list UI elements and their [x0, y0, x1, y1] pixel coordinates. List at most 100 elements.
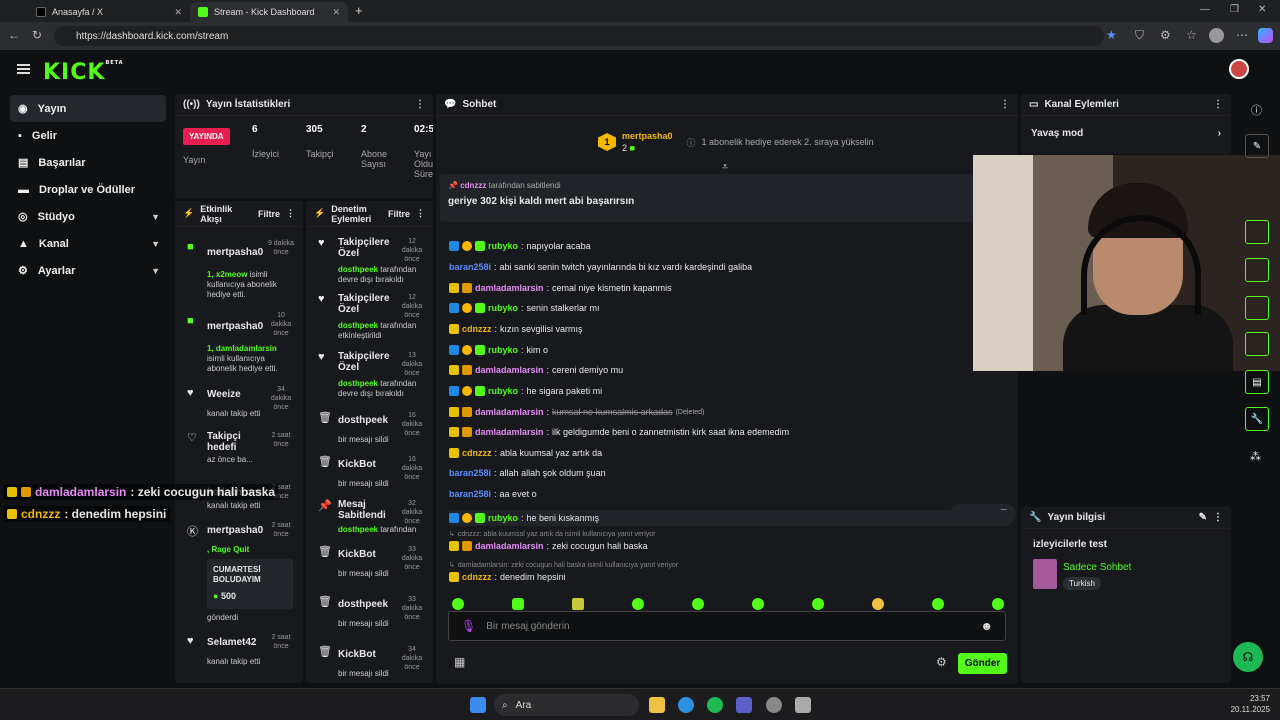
sidebar-item-basarilar[interactable]: ▤ Başarılar [10, 149, 166, 176]
emoji-icon[interactable]: ☻ [980, 619, 993, 633]
sidebar-item-yayin[interactable]: ◉ Yayın [10, 95, 166, 122]
expand-chevron-icon[interactable]: ⩡ [722, 161, 728, 174]
emote-icon[interactable] [692, 598, 704, 610]
edge-icon[interactable] [678, 697, 694, 713]
favorite-star-icon[interactable]: ★ [1106, 28, 1117, 42]
sidebar-item-kanal[interactable]: ▲ Kanal ▼ [10, 230, 166, 257]
back-icon[interactable]: ← [8, 28, 20, 42]
chat-username[interactable]: damladamlarsin [475, 407, 544, 417]
category-name[interactable]: Sadece Sohbet [1063, 562, 1131, 573]
minimize-icon[interactable]: — [1200, 4, 1210, 15]
chat-username[interactable]: damladamlarsin [475, 283, 544, 293]
chat-username[interactable]: rubyko [488, 303, 518, 313]
tab-x[interactable]: Anasayfa / X ✕ [28, 2, 190, 22]
chat-username[interactable]: cdnzzz [462, 572, 492, 582]
url-field[interactable]: https://dashboard.kick.com/stream [54, 26, 1104, 46]
emote-icon[interactable] [452, 598, 464, 610]
activity-user[interactable]: mertpasha0 [207, 247, 263, 258]
mod-actor[interactable]: dosthpeek [338, 525, 378, 534]
mod-action[interactable]: dosthpeek [338, 599, 388, 610]
activity-user[interactable]: Selamet42 [207, 637, 256, 648]
kebab-icon[interactable]: ⋮ [286, 208, 295, 219]
extensions-icon[interactable]: ⚙ [1160, 28, 1171, 42]
support-button[interactable]: ☊ [1233, 642, 1263, 672]
copilot-icon[interactable] [1258, 28, 1273, 43]
file-explorer-icon[interactable] [649, 697, 665, 713]
tool-button[interactable] [1245, 296, 1269, 320]
emote-icon[interactable] [932, 598, 944, 610]
more-icon[interactable]: ⋯ [1236, 28, 1248, 42]
spotify-icon[interactable] [707, 697, 723, 713]
reload-icon[interactable]: ↻ [32, 28, 42, 42]
profile-icon[interactable] [1209, 28, 1224, 43]
emote-icon[interactable] [872, 598, 884, 610]
calculator-icon[interactable] [795, 697, 811, 713]
emote-icon[interactable] [572, 598, 584, 610]
menu-icon[interactable] [17, 64, 30, 74]
chat-input-box[interactable]: 🎙 Bir mesaj gönderin ☻ [448, 611, 1006, 641]
activity-user[interactable]: mertpasha0 [207, 321, 263, 332]
emote-icon[interactable] [632, 598, 644, 610]
tool-button[interactable] [1245, 220, 1269, 244]
chat-username[interactable]: cdnzzz [462, 448, 492, 458]
chat-username[interactable]: baran258i [449, 489, 491, 499]
emote-icon[interactable] [512, 598, 524, 610]
chat-username[interactable]: rubyko [488, 386, 518, 396]
kebab-icon[interactable]: ⋮ [1000, 99, 1010, 110]
mod-actor[interactable]: dosthpeek [338, 379, 378, 388]
edit-icon[interactable]: ✎ [1199, 512, 1207, 523]
pinned-by-user[interactable]: cdnzzz [460, 181, 486, 190]
sidebar-item-studyo[interactable]: ◎ Stüdyo ▼ [10, 203, 166, 230]
chat-username[interactable]: damladamlarsin [475, 541, 544, 551]
info-icon[interactable]: ⓘ [1251, 102, 1262, 118]
shield-icon[interactable]: ⛉ [1135, 28, 1144, 43]
activity-user[interactable]: Weeize [207, 389, 241, 400]
chat-username[interactable]: baran258i [449, 468, 491, 478]
kebab-icon[interactable]: ⋮ [1213, 99, 1223, 110]
windows-start-icon[interactable] [470, 697, 486, 713]
send-button[interactable]: Gönder [958, 653, 1007, 674]
tool-button[interactable] [1245, 332, 1269, 356]
maximize-icon[interactable]: ❐ [1230, 4, 1239, 15]
mod-action[interactable]: KickBot [338, 459, 376, 470]
chat-username[interactable]: baran258i [449, 262, 491, 272]
user-avatar[interactable] [1229, 59, 1249, 79]
mod-action[interactable]: KickBot [338, 549, 376, 560]
taskbar-clock[interactable]: 23:57 20.11.2025 [1222, 693, 1270, 715]
kebab-icon[interactable]: ⋮ [416, 208, 425, 219]
mod-action[interactable]: KickBot [338, 649, 376, 660]
kebab-icon[interactable]: ⋮ [415, 99, 425, 110]
close-tab-icon[interactable]: ✕ [332, 7, 340, 18]
printer-icon[interactable]: ▤ [1245, 370, 1269, 394]
sidebar-item-gelir[interactable]: ▪ Gelir [10, 122, 166, 149]
filter-button[interactable]: Filtre [388, 209, 410, 219]
filter-button[interactable]: Filtre [258, 209, 280, 219]
tool-button[interactable] [1245, 258, 1269, 282]
chat-username[interactable]: damladamlarsin [475, 365, 544, 375]
sidebar-item-droplar[interactable]: ▬ Droplar ve Ödüller [10, 176, 166, 203]
edit-tool-button[interactable]: ✎ [1245, 134, 1269, 158]
chat-username[interactable]: rubyko [488, 345, 518, 355]
kick-logo[interactable]: KICKBETA [43, 60, 124, 85]
new-tab-icon[interactable]: + [355, 3, 363, 18]
chat-settings-icon[interactable]: ⚙ [936, 655, 947, 669]
mod-action[interactable]: dosthpeek [338, 415, 388, 426]
activity-user[interactable]: mertpasha0 [207, 525, 263, 536]
chat-username[interactable]: rubyko [488, 513, 518, 523]
mic-icon[interactable]: 🎙 [461, 619, 476, 633]
chat-username[interactable]: cdnzzz [462, 324, 492, 334]
emote-icon[interactable] [992, 598, 1004, 610]
teams-icon[interactable] [736, 697, 752, 713]
taskbar-search[interactable]: ⌕ Ara [494, 694, 639, 716]
chat-username[interactable]: damladamlarsin [475, 427, 544, 437]
top-gifter-name[interactable]: mertpasha0 [622, 131, 673, 141]
emote-icon[interactable] [812, 598, 824, 610]
emote-icon[interactable] [752, 598, 764, 610]
wrench-tool-icon[interactable]: 🔧 [1245, 407, 1269, 431]
mod-actor[interactable]: dosthpeek [338, 265, 378, 274]
slow-mode-row[interactable]: Yavaş mod › [1021, 116, 1231, 151]
collections-icon[interactable]: ☆ [1186, 28, 1197, 42]
steam-icon[interactable] [766, 697, 782, 713]
kebab-icon[interactable]: ⋮ [1213, 512, 1223, 523]
mod-actor[interactable]: dosthpeek [338, 321, 378, 330]
